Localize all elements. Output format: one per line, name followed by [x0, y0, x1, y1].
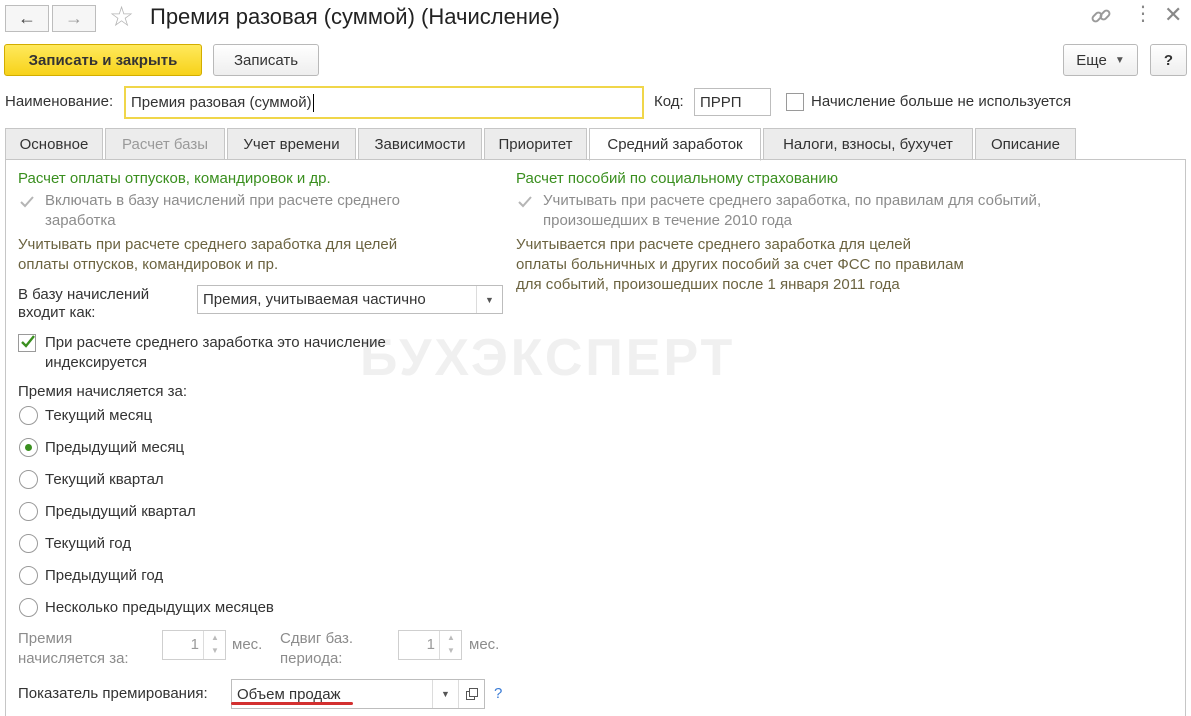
shift-value: 1 [426, 636, 435, 653]
chevron-down-icon: ▼ [1114, 54, 1125, 66]
months-unit: мес. [232, 636, 263, 653]
social-check-label-1: Учитывать при расчете среднего заработка… [543, 192, 1042, 209]
radio-several-months-label: Несколько предыдущих месяцев [45, 599, 274, 616]
radio-current-year[interactable] [19, 534, 38, 553]
social-section-title: Расчет пособий по социальному страховани… [516, 170, 838, 187]
radio-previous-quarter-label: Предыдущий квартал [45, 503, 196, 520]
base-type-label-1: В базу начислений [18, 286, 150, 303]
open-form-icon[interactable] [458, 680, 484, 708]
radio-current-year-label: Текущий год [45, 535, 132, 552]
include-base-checkbox [18, 193, 36, 211]
more-vertical-icon[interactable]: ⋮ [1133, 4, 1153, 24]
more-label: Еще [1076, 51, 1107, 69]
window-title: Премия разовая (суммой) (Начисление) [150, 4, 560, 29]
radio-current-quarter-label: Текущий квартал [45, 471, 164, 488]
months-label-2: начисляется за: [18, 650, 129, 667]
name-input[interactable]: Премия разовая (суммой) [124, 86, 644, 119]
tab-priority[interactable]: Приоритет [484, 128, 587, 160]
chevron-down-icon[interactable]: ▼ [211, 646, 219, 655]
radio-current-month[interactable] [19, 406, 38, 425]
help-button[interactable]: ? [1150, 44, 1187, 76]
indicator-label: Показатель премирования: [18, 685, 208, 702]
chevron-up-icon[interactable]: ▲ [211, 633, 219, 642]
save-and-close-button[interactable]: Записать и закрыть [4, 44, 202, 76]
tab-taxes[interactable]: Налоги, взносы, бухучет [763, 128, 973, 160]
shift-stepper[interactable]: 1 ▲ ▼ [398, 630, 462, 660]
base-type-select[interactable]: Премия, учитываемая частично ▼ [197, 285, 503, 314]
unused-checkbox[interactable] [786, 93, 804, 111]
unused-label: Начисление больше не используется [811, 93, 1072, 110]
back-button[interactable]: ← [5, 5, 49, 32]
social-check-label-2: произошедших в течение 2010 года [543, 212, 792, 229]
text-cursor [312, 93, 314, 112]
months-value: 1 [190, 636, 199, 653]
base-type-label-2: входит как: [18, 304, 96, 321]
forward-button[interactable]: → [52, 5, 96, 32]
name-label: Наименование: [5, 93, 114, 110]
favorite-star-icon[interactable]: ☆ [109, 0, 134, 33]
social-note-1: Учитывается при расчете среднего заработ… [516, 236, 911, 253]
shift-label-2: периода: [280, 650, 343, 667]
months-stepper-buttons[interactable]: ▲ ▼ [203, 631, 225, 659]
radio-previous-month-label: Предыдущий месяц [45, 439, 185, 456]
social-note-2: оплаты больничных и других пособий за сч… [516, 256, 964, 273]
months-label-1: Премия [18, 630, 73, 647]
save-button[interactable]: Записать [213, 44, 319, 76]
name-value: Премия разовая (суммой) [131, 94, 312, 111]
radio-previous-year[interactable] [19, 566, 38, 585]
link-icon[interactable] [1090, 5, 1112, 27]
chevron-up-icon[interactable]: ▲ [447, 633, 455, 642]
radio-previous-year-label: Предыдущий год [45, 567, 164, 584]
vacation-note-2: оплаты отпусков, командировок и пр. [18, 256, 279, 273]
include-base-label-1: Включать в базу начислений при расчете с… [45, 192, 400, 209]
include-base-label-2: заработка [45, 212, 116, 229]
tab-average-earnings[interactable]: Средний заработок [589, 128, 761, 161]
social-note-3: для событий, произошедших после 1 января… [516, 276, 900, 293]
radio-several-months[interactable] [19, 598, 38, 617]
code-input[interactable]: ПРРП [694, 88, 771, 116]
radio-current-month-label: Текущий месяц [45, 407, 153, 424]
chevron-down-icon[interactable]: ▼ [447, 646, 455, 655]
vacation-note-1: Учитывать при расчете среднего заработка… [18, 236, 398, 253]
watermark: БУХЭКСПЕРТ [360, 329, 736, 387]
shift-unit: мес. [469, 636, 500, 653]
radio-current-quarter[interactable] [19, 470, 38, 489]
tab-description[interactable]: Описание [975, 128, 1076, 160]
shift-label-1: Сдвиг баз. [280, 630, 354, 647]
vacation-section-title: Расчет оплаты отпусков, командировок и д… [18, 170, 331, 187]
chevron-down-icon[interactable]: ▼ [432, 680, 458, 708]
radio-previous-quarter[interactable] [19, 502, 38, 521]
tab-dependencies[interactable]: Зависимости [358, 128, 482, 160]
tab-time-accounting[interactable]: Учет времени [227, 128, 356, 160]
tab-main[interactable]: Основное [5, 128, 103, 160]
code-label: Код: [654, 93, 684, 110]
arrow-left-icon: ← [18, 8, 36, 28]
months-stepper[interactable]: 1 ▲ ▼ [162, 630, 226, 660]
indexed-label-2: индексируется [45, 354, 148, 371]
arrow-right-icon: → [65, 8, 83, 28]
tab-base-calc[interactable]: Расчет базы [105, 128, 225, 160]
radio-previous-month[interactable] [19, 438, 38, 457]
indicator-underline [231, 702, 353, 705]
base-type-value: Премия, учитываемая частично [203, 291, 426, 308]
indicator-help-icon[interactable]: ? [494, 684, 502, 704]
social-checkbox [516, 193, 534, 211]
indicator-value: Объем продаж [237, 685, 341, 703]
indexed-checkbox[interactable] [18, 334, 36, 352]
bonus-period-title: Премия начисляется за: [18, 383, 188, 400]
shift-stepper-buttons[interactable]: ▲ ▼ [439, 631, 461, 659]
indexed-label-1: При расчете среднего заработка это начис… [45, 334, 386, 351]
chevron-down-icon[interactable]: ▼ [476, 286, 502, 313]
more-menu-button[interactable]: Еще ▼ [1063, 44, 1138, 76]
close-icon[interactable]: ✕ [1164, 2, 1182, 28]
